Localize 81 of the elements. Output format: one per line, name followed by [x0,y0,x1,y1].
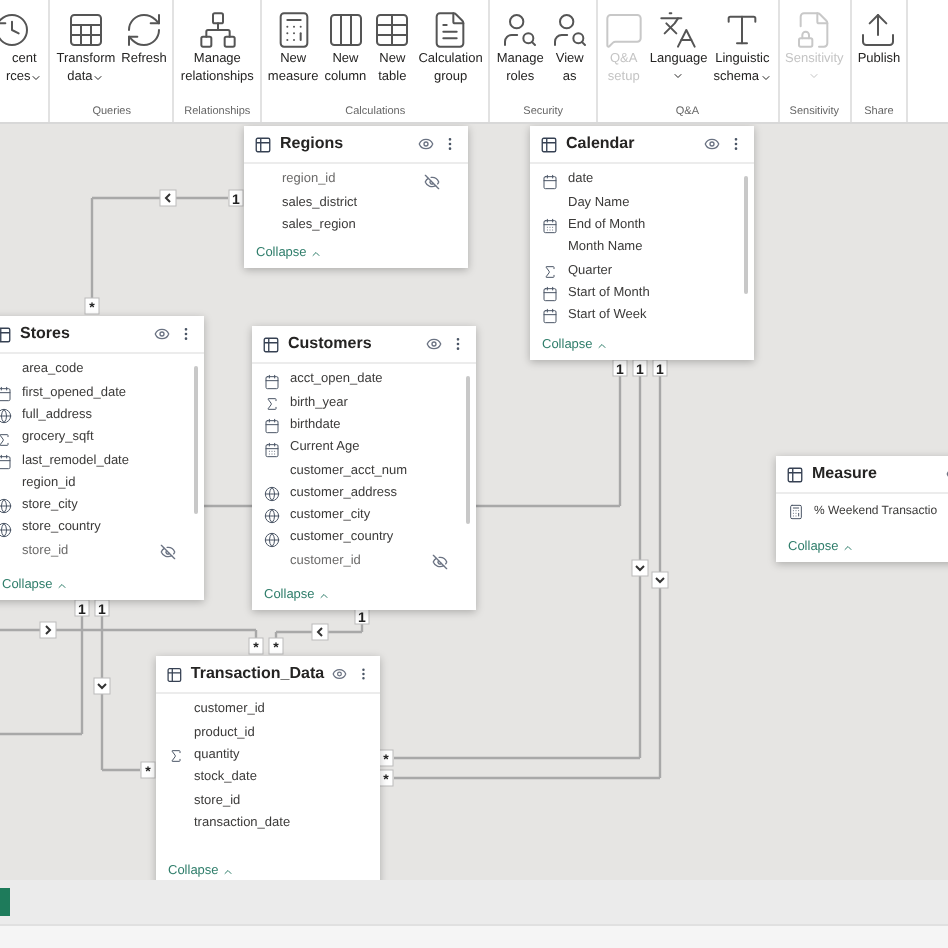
table-icon [166,665,183,683]
relationship-line[interactable] [204,504,252,508]
cardinality-marker [632,359,648,377]
relationship-line[interactable] [80,616,84,734]
upload-icon [858,10,899,50]
cardinality-marker [228,189,244,207]
chevron-up-icon [318,589,331,602]
relationship-line[interactable] [638,376,642,560]
user-search-icon [500,10,541,50]
eye-icon[interactable] [426,336,442,352]
cardinality-marker [140,761,156,779]
clock-icon [0,10,33,50]
scrollbar[interactable] [466,376,470,524]
relationship-line[interactable] [618,376,622,506]
relationship-line[interactable] [176,196,228,200]
direction-arrow-icon [311,623,329,641]
refresh-icon [124,10,165,50]
cardinality-marker [84,297,100,315]
chevron-up-icon [310,247,323,260]
scrollbar[interactable] [744,176,748,294]
chevron-up-icon [222,865,235,878]
chat-icon [603,10,644,50]
table-icon [372,10,413,50]
relationship-line[interactable] [638,576,642,758]
relationship-line[interactable] [102,768,140,772]
direction-arrow-icon [93,677,111,695]
relationship-line[interactable] [100,616,104,678]
eye-icon[interactable] [154,326,170,342]
direction-arrow-icon [651,571,669,589]
table-title: Regions [280,132,344,156]
relationship-line[interactable] [658,376,662,572]
table-title: Transaction_Data [190,662,325,686]
relationship-line[interactable] [0,628,40,632]
relationship-line[interactable] [0,732,82,736]
eye-off-icon[interactable] [160,544,176,561]
eye-off-icon[interactable] [432,554,448,571]
eye-off-icon[interactable] [424,173,440,190]
table-title: Stores [20,322,70,346]
column-icon [325,10,366,50]
chevron-up-icon [56,579,69,592]
caret-icon [808,70,821,82]
page-tab[interactable] [0,888,10,916]
cardinality-marker [612,359,628,377]
direction-arrow-icon [39,621,57,639]
caret-icon [672,70,685,82]
user-search-icon [549,10,590,50]
direction-arrow-icon [159,189,177,207]
relationship-line[interactable] [276,630,312,634]
cardinality-marker [74,599,90,617]
scrollbar[interactable] [194,366,198,514]
chevron-up-icon [842,541,855,554]
relationship-line[interactable] [92,196,160,200]
relationship-line[interactable] [658,588,662,778]
cardinality-marker [652,359,668,377]
table-icon [254,135,272,153]
caret-icon [92,72,105,84]
direction-arrow-icon [631,559,649,577]
relationship-line[interactable] [476,504,620,508]
language-icon [658,10,699,50]
cardinality-marker [268,637,284,655]
cardinality-marker [248,637,264,655]
caret-icon [759,72,772,84]
caret-icon [30,72,43,84]
eye-icon[interactable] [704,136,720,152]
relationship-line[interactable] [394,756,640,760]
table-icon [262,335,280,353]
eye-icon[interactable] [418,136,434,152]
relationship-line[interactable] [394,776,660,780]
relationship-icon [197,10,238,50]
table-title: Calendar [566,132,635,156]
cardinality-marker [94,599,110,617]
table-title: Customers [288,332,372,356]
table-title: Measure [812,462,877,486]
relationship-line[interactable] [100,694,104,770]
relationship-line[interactable] [56,628,256,632]
table-icon [786,465,804,483]
relationship-line[interactable] [328,630,362,634]
eye-icon[interactable] [332,666,348,682]
relationship-line[interactable] [90,198,94,298]
chevron-up-icon [596,339,609,352]
table-icon [540,135,558,153]
